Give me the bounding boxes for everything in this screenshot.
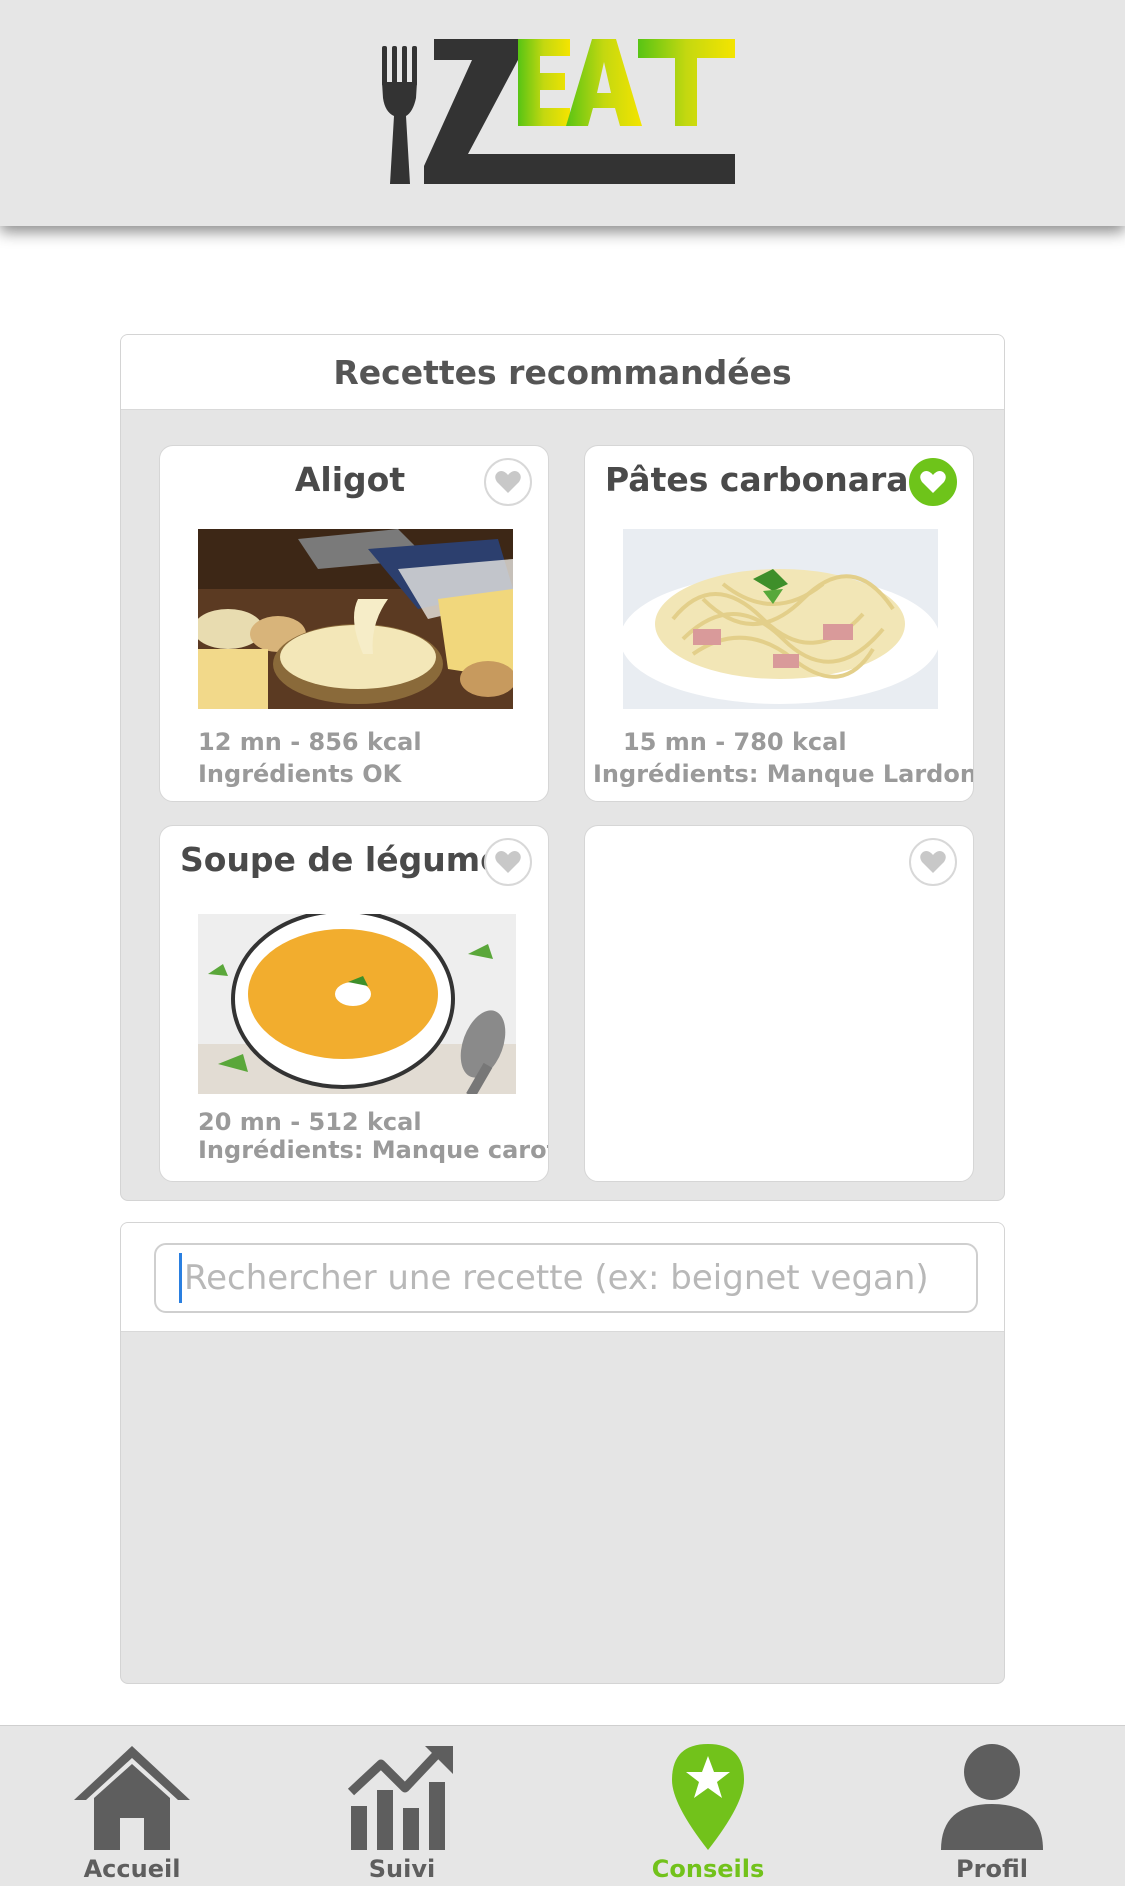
recipe-card-soupe[interactable]: Soupe de légumes 20 mn - 512 kcal Ingréd… bbox=[159, 825, 549, 1182]
home-icon bbox=[74, 1746, 190, 1850]
map-pin-star-icon bbox=[672, 1744, 744, 1850]
heart-icon bbox=[920, 851, 946, 873]
heart-icon bbox=[495, 471, 521, 493]
recipe-time-kcal: 15 mn - 780 kcal bbox=[623, 728, 847, 756]
app-header bbox=[0, 0, 1125, 226]
recipe-card-carbonara[interactable]: Pâtes carbonara 15 mn - 780 kcal Ingrédi… bbox=[584, 445, 974, 802]
recipe-time-kcal: 12 mn - 856 kcal bbox=[198, 728, 422, 756]
favorite-toggle[interactable] bbox=[484, 458, 532, 506]
nav-item-profil[interactable]: Profil bbox=[892, 1726, 1092, 1886]
recipe-card-empty[interactable] bbox=[584, 825, 974, 1182]
nav-item-conseils[interactable]: Conseils bbox=[608, 1726, 808, 1886]
recipe-image bbox=[198, 529, 513, 709]
favorite-toggle[interactable] bbox=[909, 838, 957, 886]
recipe-ingredients: Ingrédients: Manque carotte bbox=[198, 1136, 549, 1164]
nav-item-accueil[interactable]: Accueil bbox=[32, 1726, 232, 1886]
favorite-toggle[interactable] bbox=[484, 838, 532, 886]
user-icon bbox=[941, 1744, 1043, 1850]
nav-label: Suivi bbox=[368, 1855, 436, 1883]
heart-icon bbox=[495, 851, 521, 873]
search-bar bbox=[121, 1223, 1004, 1332]
recipe-image bbox=[198, 914, 516, 1094]
recipe-title: Soupe de légumes bbox=[180, 840, 523, 879]
recipe-ingredients: Ingrédients: Manque Lardons, ... bbox=[593, 760, 974, 788]
nav-label: Accueil bbox=[83, 1855, 181, 1883]
zeat-logo bbox=[382, 39, 735, 184]
heart-icon bbox=[920, 471, 946, 493]
chart-icon bbox=[347, 1746, 453, 1850]
search-input[interactable] bbox=[154, 1243, 978, 1313]
recipe-card-aligot[interactable]: Aligot 12 mn - 856 kcal Ingrédients OK bbox=[159, 445, 549, 802]
recipe-ingredients: Ingrédients OK bbox=[198, 760, 402, 788]
text-caret bbox=[179, 1253, 182, 1303]
bottom-navigation: Accueil Suivi Conseils Profil bbox=[0, 1725, 1125, 1886]
panel-title: Recettes recommandées bbox=[121, 335, 1004, 410]
search-panel bbox=[120, 1222, 1005, 1684]
recipe-title: Pâtes carbonara bbox=[605, 460, 909, 499]
nav-item-suivi[interactable]: Suivi bbox=[302, 1726, 502, 1886]
favorite-toggle[interactable] bbox=[909, 458, 957, 506]
recipe-image bbox=[623, 529, 938, 709]
recommended-recipes-panel: Recettes recommandées Aligot 12 mn - 856… bbox=[120, 334, 1005, 1201]
nav-label: Conseils bbox=[651, 1855, 765, 1883]
nav-label: Profil bbox=[956, 1855, 1028, 1883]
recipe-time-kcal: 20 mn - 512 kcal bbox=[198, 1108, 422, 1136]
